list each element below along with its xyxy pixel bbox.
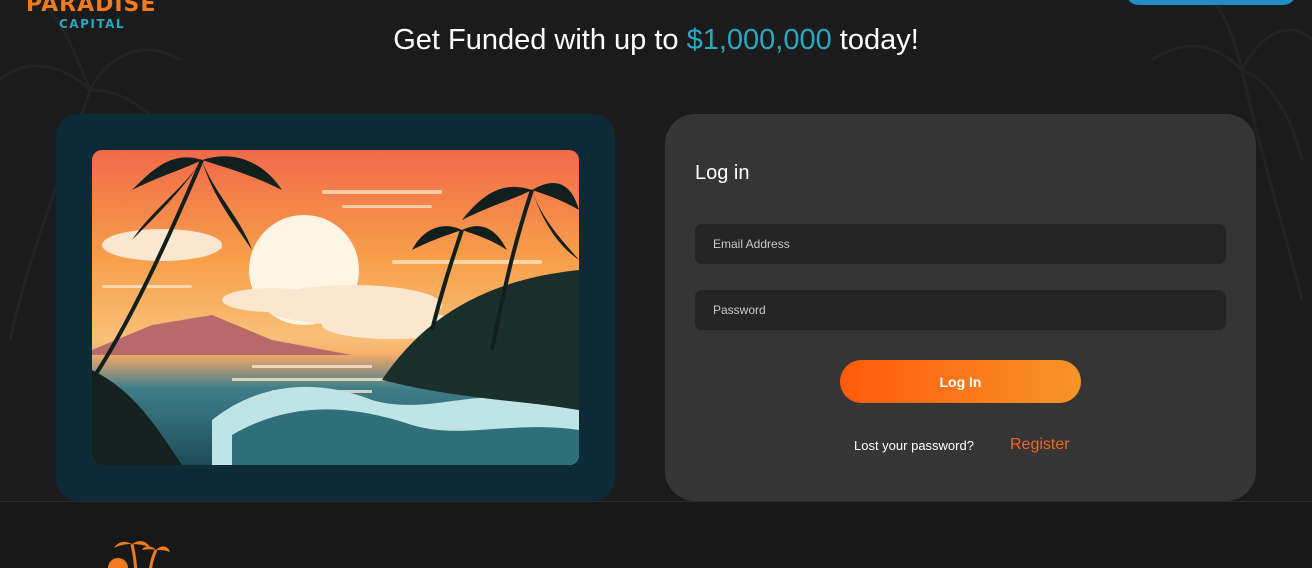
sunset-beach-illustration bbox=[92, 150, 579, 465]
login-form: Log in Log In Lost your password? Regist… bbox=[665, 114, 1256, 501]
hero-image bbox=[92, 150, 579, 465]
headline-prefix: Get Funded with up to bbox=[393, 24, 687, 56]
login-title: Log in bbox=[695, 162, 750, 184]
email-input[interactable] bbox=[695, 224, 1226, 264]
header-action-button[interactable] bbox=[1126, 0, 1296, 5]
headline-amount: $1,000,000 bbox=[686, 24, 832, 56]
headline-suffix: today! bbox=[831, 24, 919, 56]
lost-password-link[interactable]: Lost your password? bbox=[854, 438, 974, 453]
page-headline: Get Funded with up to $1,000,000 today! bbox=[0, 24, 1312, 57]
footer bbox=[0, 501, 1312, 568]
login-button[interactable]: Log In bbox=[840, 360, 1081, 403]
hero-image-card bbox=[56, 114, 615, 501]
palm-sunset-icon[interactable] bbox=[92, 538, 172, 568]
password-input[interactable] bbox=[695, 290, 1226, 330]
brand-name-top: PARADISE bbox=[26, 0, 157, 17]
register-link[interactable]: Register bbox=[1010, 436, 1070, 454]
